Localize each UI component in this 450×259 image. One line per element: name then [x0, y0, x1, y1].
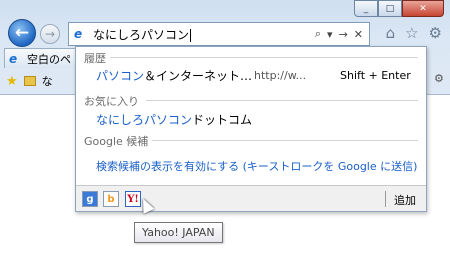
enable-suggestions-text: 検索候補の表示を有効にする (キーストロークを Google に送信)	[96, 160, 418, 173]
favorites-item[interactable]: なにしろパソコン ドットコム	[76, 109, 426, 129]
favorites-rest: ドットコム	[192, 112, 253, 127]
history-title-rest: ＆インターネット…	[144, 68, 253, 83]
close-window-button[interactable]: ✕	[402, 0, 444, 17]
address-tools: ⌕ ▾ → ✕	[315, 27, 369, 41]
divider	[146, 100, 418, 101]
favorites-heading: お気に入り	[84, 95, 139, 108]
search-icon[interactable]: ⌕	[315, 27, 321, 41]
divider	[152, 140, 418, 141]
maximize-button[interactable]: □	[378, 0, 402, 17]
home-icon[interactable]: ⌂	[386, 24, 396, 42]
favorites-highlight: なにしろパソコン	[96, 112, 193, 127]
tools-gear-icon[interactable]: ⚙	[429, 24, 442, 42]
address-value: なにしろパソコン	[93, 27, 190, 42]
favorites-star-icon[interactable]: ★	[6, 74, 18, 89]
settings-gear-icon[interactable]: ⚙	[434, 72, 448, 86]
ie-tab-icon: e	[9, 51, 18, 66]
stop-icon[interactable]: ✕	[354, 28, 363, 41]
enable-suggestions-link[interactable]: 検索候補の表示を有効にする (キーストロークを Google に送信)	[76, 156, 426, 176]
divider	[385, 191, 386, 207]
tooltip: Yahoo! JAPAN	[134, 222, 223, 243]
back-button[interactable]: ←	[8, 19, 36, 47]
minimize-button[interactable]: _	[354, 0, 378, 17]
dropdown-arrow-icon[interactable]: ▾	[327, 28, 333, 41]
address-bar[interactable]: e なにしろパソコン ⌕ ▾ → ✕	[68, 22, 370, 46]
history-url: http://w...	[254, 68, 307, 82]
history-shortcut: Shift + Enter	[340, 68, 411, 82]
window-controls: _ □ ✕	[354, 0, 444, 17]
forward-button[interactable]: →	[40, 24, 60, 44]
folder-icon[interactable]	[23, 76, 36, 86]
command-icons: ⌂ ☆ ⚙	[386, 24, 442, 42]
text-caret	[190, 28, 192, 42]
bing-provider-icon[interactable]: b	[103, 191, 119, 207]
history-item[interactable]: パソコン ＆インターネット… http://w... Shift + Enter	[76, 65, 426, 85]
divider	[110, 57, 418, 58]
tab-label: 空白のペ	[27, 52, 71, 66]
arrow-left-icon: ←	[14, 23, 30, 43]
add-provider-button[interactable]: 追加	[394, 192, 416, 208]
arrow-right-icon: →	[44, 27, 56, 41]
ie-page-icon: e	[74, 27, 83, 41]
favorites-folder-label[interactable]: な	[42, 73, 53, 89]
address-dropdown: 履歴 パソコン ＆インターネット… http://w... Shift + En…	[75, 46, 427, 212]
history-heading: 履歴	[84, 52, 106, 65]
favorites-star-icon[interactable]: ☆	[405, 24, 418, 42]
tooltip-text: Yahoo! JAPAN	[142, 226, 215, 239]
address-input[interactable]: なにしろパソコン	[93, 26, 315, 43]
search-provider-bar: g b Y! 追加	[76, 185, 426, 211]
history-title: パソコン	[96, 68, 145, 83]
google-provider-icon[interactable]: g	[82, 191, 98, 207]
go-icon[interactable]: →	[339, 28, 348, 41]
google-suggest-heading: Google 候補	[84, 135, 149, 148]
